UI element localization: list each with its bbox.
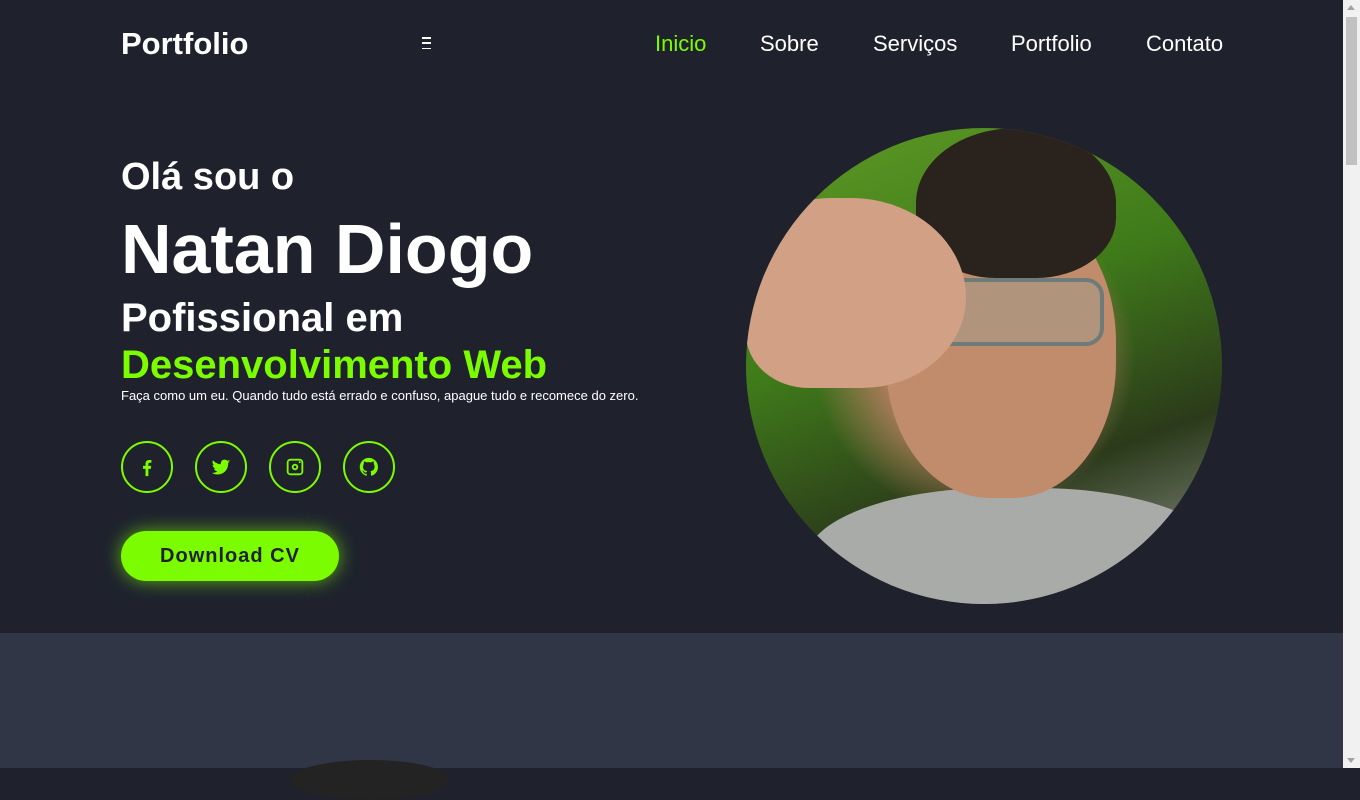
github-link[interactable]	[343, 441, 395, 493]
hero-greeting: Olá sou o	[121, 156, 295, 198]
instagram-icon	[286, 458, 304, 476]
download-cv-button[interactable]: Download CV	[121, 531, 339, 581]
scroll-down-arrow-icon[interactable]	[1347, 758, 1355, 763]
scroll-up-arrow-icon[interactable]	[1347, 5, 1355, 10]
about-section	[0, 633, 1343, 768]
hero-section: Portfolio Inicio Sobre Serviços Portfoli…	[0, 0, 1343, 633]
github-icon	[359, 457, 378, 476]
about-photo-peek	[290, 760, 450, 800]
main-nav: Inicio Sobre Serviços Portfolio Contato	[0, 30, 1223, 60]
facebook-icon	[143, 459, 152, 477]
hero-tagline: Faça como um eu. Quando tudo está errado…	[121, 388, 639, 403]
nav-link-portfolio[interactable]: Portfolio	[1011, 30, 1092, 58]
instagram-link[interactable]	[269, 441, 321, 493]
facebook-link[interactable]	[121, 441, 173, 493]
scrollbar-thumb[interactable]	[1346, 17, 1357, 165]
nav-link-contato[interactable]: Contato	[1146, 30, 1223, 58]
nav-link-sobre[interactable]: Sobre	[760, 30, 819, 58]
nav-link-servicos[interactable]: Serviços	[873, 30, 957, 58]
hero-role: Pofissional em	[121, 296, 404, 340]
hero-role-highlight: Desenvolvimento Web	[121, 343, 548, 387]
hero-name: Natan Diogo	[121, 210, 534, 288]
page: Portfolio Inicio Sobre Serviços Portfoli…	[0, 0, 1343, 800]
twitter-icon	[211, 459, 231, 475]
profile-photo	[746, 128, 1222, 604]
twitter-link[interactable]	[195, 441, 247, 493]
nav-link-inicio[interactable]: Inicio	[655, 30, 706, 58]
